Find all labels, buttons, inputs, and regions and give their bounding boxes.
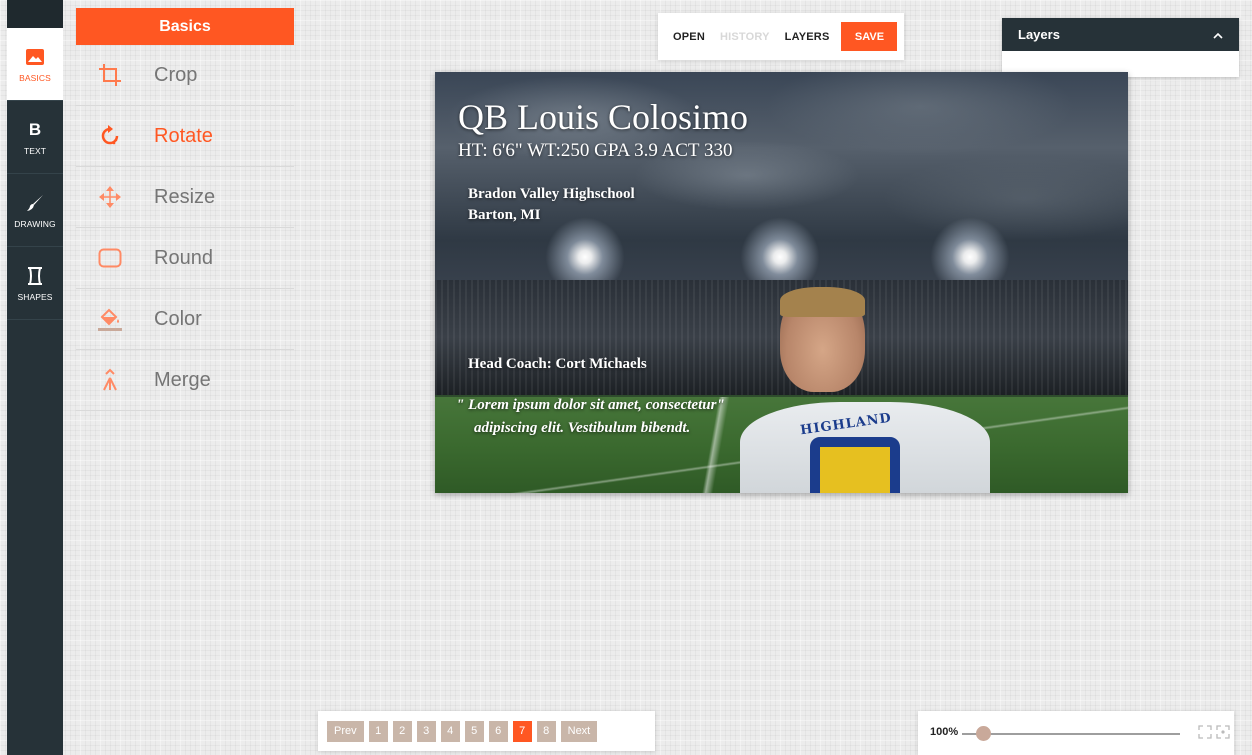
image-icon [24, 46, 46, 68]
sidebar: BASICS B TEXT DRAWING SHAPES [7, 0, 63, 755]
fullscreen-icon[interactable] [1197, 724, 1213, 740]
sidebar-item-text[interactable]: B TEXT [7, 101, 63, 174]
chevron-up-icon[interactable] [1213, 27, 1223, 42]
player-photo[interactable]: HIGHLAND [740, 287, 990, 493]
tools-panel: Basics Crop Rotate Resize Round Color Me… [76, 8, 294, 411]
zoom-slider-handle[interactable] [976, 726, 992, 741]
canvas-title-text[interactable]: QB Louis Colosimo [458, 96, 748, 138]
layers-button[interactable]: LAYERS [785, 31, 830, 43]
sidebar-item-basics[interactable]: BASICS [7, 28, 63, 101]
open-button[interactable]: OPEN [673, 31, 705, 43]
design-canvas[interactable]: HIGHLAND QB Louis Colosimo HT: 6'6" WT:2… [435, 72, 1128, 493]
school-location: Barton, MI [468, 207, 541, 223]
tool-crop[interactable]: Crop [76, 45, 294, 106]
canvas-stats-text[interactable]: HT: 6'6" WT:250 GPA 3.9 ACT 330 [458, 140, 732, 162]
page-button-current[interactable]: 7 [512, 720, 532, 742]
page-button[interactable]: 6 [488, 720, 508, 742]
page-button[interactable]: 5 [464, 720, 484, 742]
quote-line: adipiscing elit. Vestibulum bibendt. [474, 420, 691, 436]
paint-bucket-icon [96, 305, 124, 333]
tool-label: Round [154, 246, 213, 269]
layers-panel: Layers [1002, 18, 1239, 77]
page-button[interactable]: 4 [440, 720, 460, 742]
tool-rotate[interactable]: Rotate [76, 106, 294, 167]
pagination: Prev 1 2 3 4 5 6 7 8 Next [318, 711, 655, 751]
tool-label: Color [154, 307, 202, 330]
top-toolbar: OPEN HISTORY LAYERS SAVE [658, 13, 904, 60]
layers-panel-header[interactable]: Layers [1002, 18, 1239, 51]
bold-text-icon: B [28, 119, 42, 139]
canvas-school-text[interactable]: Bradon Valley Highschool Barton, MI [468, 184, 635, 226]
sidebar-item-label: DRAWING [14, 218, 56, 229]
zoom-value: 100% [930, 726, 959, 738]
page-button[interactable]: 3 [416, 720, 436, 742]
fit-to-screen-icon[interactable] [1215, 724, 1231, 740]
shapes-icon [24, 265, 46, 287]
sidebar-item-shapes[interactable]: SHAPES [7, 247, 63, 320]
tool-color[interactable]: Color [76, 289, 294, 350]
tool-resize[interactable]: Resize [76, 167, 294, 228]
player-hair [780, 287, 865, 317]
page-button[interactable]: 8 [536, 720, 556, 742]
school-name: Bradon Valley Highschool [468, 186, 635, 202]
sidebar-item-label: SHAPES [17, 291, 53, 302]
sidebar-item-drawing[interactable]: DRAWING [7, 174, 63, 247]
rounded-rect-icon [96, 244, 124, 272]
prev-button[interactable]: Prev [327, 720, 364, 742]
layers-panel-title: Layers [1018, 27, 1060, 42]
page-button[interactable]: 1 [368, 720, 388, 742]
next-button[interactable]: Next [560, 720, 598, 742]
canvas-coach-text[interactable]: Head Coach: Cort Michaels [468, 356, 647, 373]
tool-label: Rotate [154, 124, 213, 147]
tool-merge[interactable]: Merge [76, 350, 294, 411]
tool-round[interactable]: Round [76, 228, 294, 289]
tool-label: Resize [154, 185, 216, 208]
jersey-number-graphic [810, 437, 900, 493]
canvas-quote-text[interactable]: " Lorem ipsum dolor sit amet, consectetu… [456, 394, 725, 440]
quote-line: " Lorem ipsum dolor sit amet, consectetu… [456, 397, 725, 413]
rotate-icon [96, 122, 124, 150]
save-button[interactable]: SAVE [841, 22, 898, 51]
merge-icon [96, 366, 124, 394]
sidebar-header [7, 0, 63, 28]
zoom-control: 100% [918, 711, 1234, 755]
move-arrows-icon [96, 183, 124, 211]
crop-icon [96, 61, 124, 89]
panel-title: Basics [76, 8, 294, 45]
sidebar-item-label: TEXT [23, 145, 47, 156]
page-button[interactable]: 2 [392, 720, 412, 742]
tool-label: Merge [154, 368, 211, 391]
zoom-slider-track[interactable] [962, 733, 1180, 735]
tool-label: Crop [154, 63, 198, 86]
history-button[interactable]: HISTORY [720, 31, 770, 43]
brush-icon [24, 192, 46, 214]
sidebar-item-label: BASICS [19, 72, 51, 83]
